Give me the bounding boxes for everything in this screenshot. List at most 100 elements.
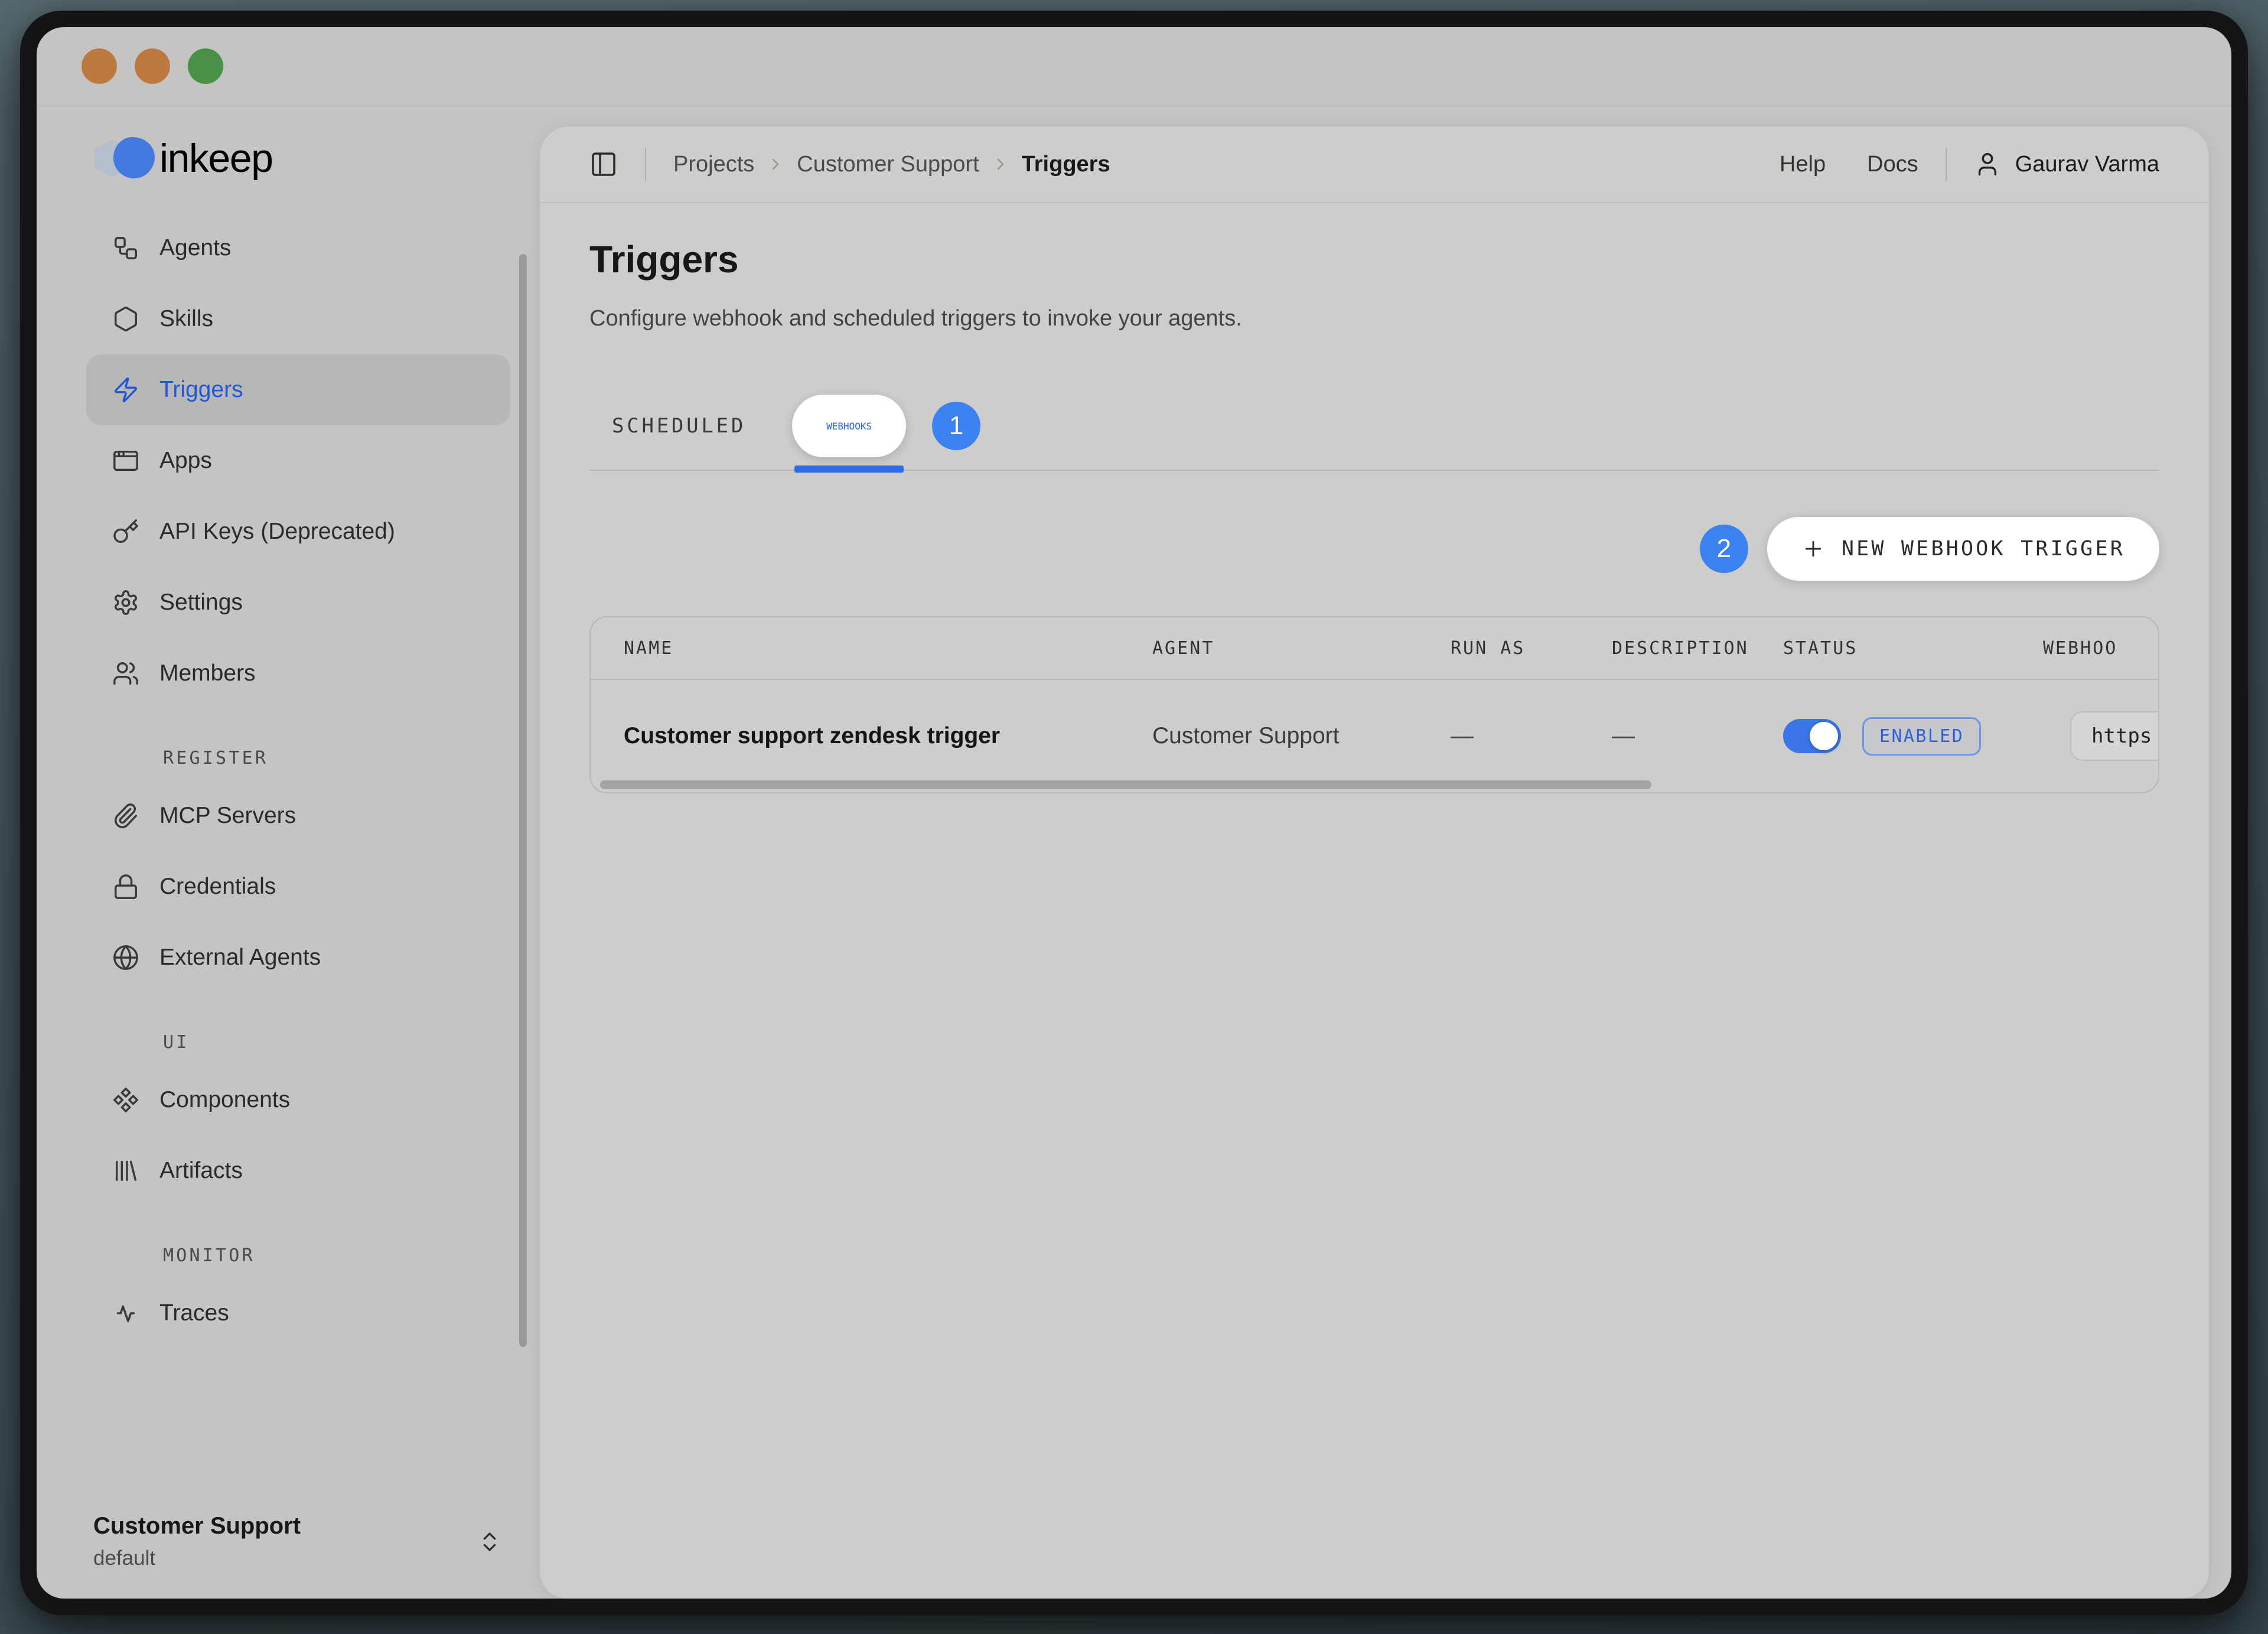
paperclip-icon (112, 802, 139, 829)
plus-icon (1801, 537, 1825, 561)
chevron-right-icon (766, 155, 785, 174)
annotation-badge-1: 1 (932, 402, 980, 450)
tabs: SCHEDULED WEBHOOKS 1 (589, 382, 2159, 471)
app-window: inkeep Agents Sk (20, 11, 2248, 1615)
user-menu[interactable]: Gaurav Varma (1974, 151, 2159, 178)
sidebar-item-artifacts[interactable]: Artifacts (86, 1135, 510, 1206)
sidebar: inkeep Agents Sk (37, 106, 540, 1599)
minimize-window-button[interactable] (135, 48, 170, 84)
sidebar-item-label: Apps (159, 448, 212, 474)
lock-icon (112, 873, 139, 900)
page-subtitle: Configure webhook and scheduled triggers… (589, 306, 2159, 331)
trigger-name-cell: Customer support zendesk trigger (624, 723, 1152, 749)
sidebar-section-ui: UI (163, 1032, 510, 1053)
column-header-status: STATUS (1783, 638, 2043, 659)
project-switcher[interactable]: Customer Support default (93, 1513, 502, 1570)
trigger-status-cell: ENABLED (1783, 717, 2043, 756)
project-environment: default (93, 1547, 301, 1570)
table-horizontal-scrollbar[interactable] (600, 780, 1651, 789)
triggers-table: NAME AGENT RUN AS DESCRIPTION STATUS WEB… (589, 616, 2159, 793)
sidebar-item-credentials[interactable]: Credentials (86, 851, 510, 922)
tab-webhooks[interactable]: WEBHOOKS (792, 395, 906, 457)
panel-header: Projects Customer Support Triggers Help (540, 126, 2209, 203)
sidebar-item-triggers[interactable]: Triggers (86, 354, 510, 425)
trigger-webhook-cell: https (2043, 724, 2159, 748)
sidebar-item-label: Components (159, 1087, 290, 1113)
project-name: Customer Support (93, 1513, 301, 1539)
zoom-window-button[interactable] (188, 48, 223, 84)
sidebar-item-label: Artifacts (159, 1158, 243, 1184)
table-header-row: NAME AGENT RUN AS DESCRIPTION STATUS WEB… (591, 617, 2158, 680)
user-icon (1974, 151, 2001, 178)
breadcrumb-customer-support[interactable]: Customer Support (797, 152, 979, 177)
bars-icon (112, 1157, 139, 1184)
inkeep-logo: inkeep (93, 129, 540, 188)
user-name: Gaurav Varma (2015, 152, 2159, 177)
sidebar-item-traces[interactable]: Traces (86, 1278, 510, 1349)
status-toggle[interactable] (1783, 719, 1841, 753)
annotation-badge-2: 2 (1700, 525, 1748, 573)
workflow-icon (112, 235, 139, 262)
sidebar-item-skills[interactable]: Skills (86, 284, 510, 354)
desktop-background: inkeep Agents Sk (0, 0, 2268, 1634)
webhook-url-chip[interactable]: https (2070, 711, 2159, 761)
breadcrumb-projects[interactable]: Projects (673, 152, 754, 177)
new-webhook-trigger-button[interactable]: NEW WEBHOOK TRIGGER (1767, 517, 2159, 581)
logo-wordmark: inkeep (159, 135, 272, 181)
sidebar-section-register: REGISTER (163, 748, 510, 769)
header-links: Help Docs (1780, 152, 1918, 177)
chevrons-up-down-icon (477, 1529, 502, 1554)
sidebar-item-external-agents[interactable]: External Agents (86, 922, 510, 993)
users-icon (112, 660, 139, 687)
sidebar-item-label: MCP Servers (159, 803, 296, 829)
sidebar-item-apps[interactable]: Apps (86, 425, 510, 496)
table-row[interactable]: Customer support zendesk trigger Custome… (591, 680, 2158, 792)
sidebar-toggle-button[interactable] (589, 150, 618, 178)
close-window-button[interactable] (82, 48, 117, 84)
sidebar-item-components[interactable]: Components (86, 1065, 510, 1135)
trigger-description-cell: — (1612, 723, 1783, 749)
sidebar-item-label: Skills (159, 306, 213, 332)
project-switcher-text: Customer Support default (93, 1513, 301, 1570)
chevron-right-icon (991, 155, 1010, 174)
sidebar-nav: Agents Skills Triggers (37, 213, 540, 1349)
sidebar-item-label: Triggers (159, 377, 243, 403)
inkeep-logo-icon (93, 131, 159, 185)
sidebar-item-label: Members (159, 660, 256, 686)
sidebar-item-settings[interactable]: Settings (86, 567, 510, 638)
tab-scheduled[interactable]: SCHEDULED (589, 414, 768, 438)
help-link[interactable]: Help (1780, 152, 1826, 177)
page-content: Triggers Configure webhook and scheduled… (540, 203, 2209, 793)
sidebar-item-members[interactable]: Members (86, 638, 510, 709)
sidebar-item-label: Settings (159, 590, 243, 616)
sidebar-item-label: Traces (159, 1300, 229, 1326)
sidebar-item-label: Agents (159, 235, 231, 261)
main-panel: Projects Customer Support Triggers Help (540, 126, 2209, 1599)
sidebar-item-api-keys[interactable]: API Keys (Deprecated) (86, 496, 510, 567)
hexagon-icon (112, 305, 139, 333)
status-toggle-knob (1810, 722, 1838, 750)
sidebar-scrollbar[interactable] (519, 254, 527, 1347)
column-header-agent: AGENT (1152, 638, 1451, 659)
docs-link[interactable]: Docs (1867, 152, 1918, 177)
activity-icon (112, 1300, 139, 1327)
new-webhook-trigger-label: NEW WEBHOOK TRIGGER (1842, 537, 2125, 561)
gear-icon (112, 589, 139, 616)
column-header-run-as: RUN AS (1451, 638, 1612, 659)
window-content: inkeep Agents Sk (37, 27, 2231, 1599)
app-body: inkeep Agents Sk (37, 106, 2231, 1599)
sidebar-section-monitor: MONITOR (163, 1245, 510, 1266)
sidebar-item-label: External Agents (159, 945, 321, 971)
column-header-name: NAME (624, 638, 1152, 659)
zap-icon (112, 376, 139, 403)
actions-row: 2 NEW WEBHOOK TRIGGER (589, 517, 2159, 581)
sidebar-item-label: API Keys (Deprecated) (159, 519, 395, 545)
window-titlebar (37, 27, 2231, 106)
logo-blob (113, 137, 155, 178)
sidebar-item-mcp-servers[interactable]: MCP Servers (86, 780, 510, 851)
trigger-agent-cell: Customer Support (1152, 723, 1451, 749)
sidebar-item-agents[interactable]: Agents (86, 213, 510, 284)
trigger-run-as-cell: — (1451, 723, 1612, 749)
header-divider (1946, 148, 1947, 181)
sidebar-item-label: Credentials (159, 874, 276, 900)
